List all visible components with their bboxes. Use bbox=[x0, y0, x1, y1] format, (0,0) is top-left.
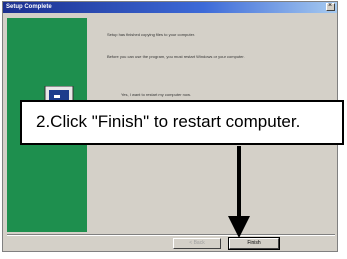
restart-option-label[interactable]: Yes, I want to restart my computer now. bbox=[121, 92, 191, 97]
title-bar: Setup Complete × bbox=[3, 2, 337, 13]
instruction-text: 2.Click "Finish" to restart computer. bbox=[36, 112, 301, 131]
button-separator bbox=[7, 234, 335, 236]
instruction-callout: 2.Click "Finish" to restart computer. bbox=[20, 100, 344, 145]
window-title: Setup Complete bbox=[6, 4, 52, 10]
back-button[interactable]: < Back bbox=[173, 238, 221, 249]
close-button[interactable]: × bbox=[326, 2, 335, 11]
info-text-line-1: Setup has finished copying files to your… bbox=[107, 32, 196, 37]
close-icon: × bbox=[328, 2, 333, 9]
finish-button[interactable]: Finish bbox=[228, 237, 280, 250]
info-text-line-2: Before you can use the program, you must… bbox=[107, 54, 245, 59]
pointer-arrow-icon bbox=[228, 146, 250, 238]
